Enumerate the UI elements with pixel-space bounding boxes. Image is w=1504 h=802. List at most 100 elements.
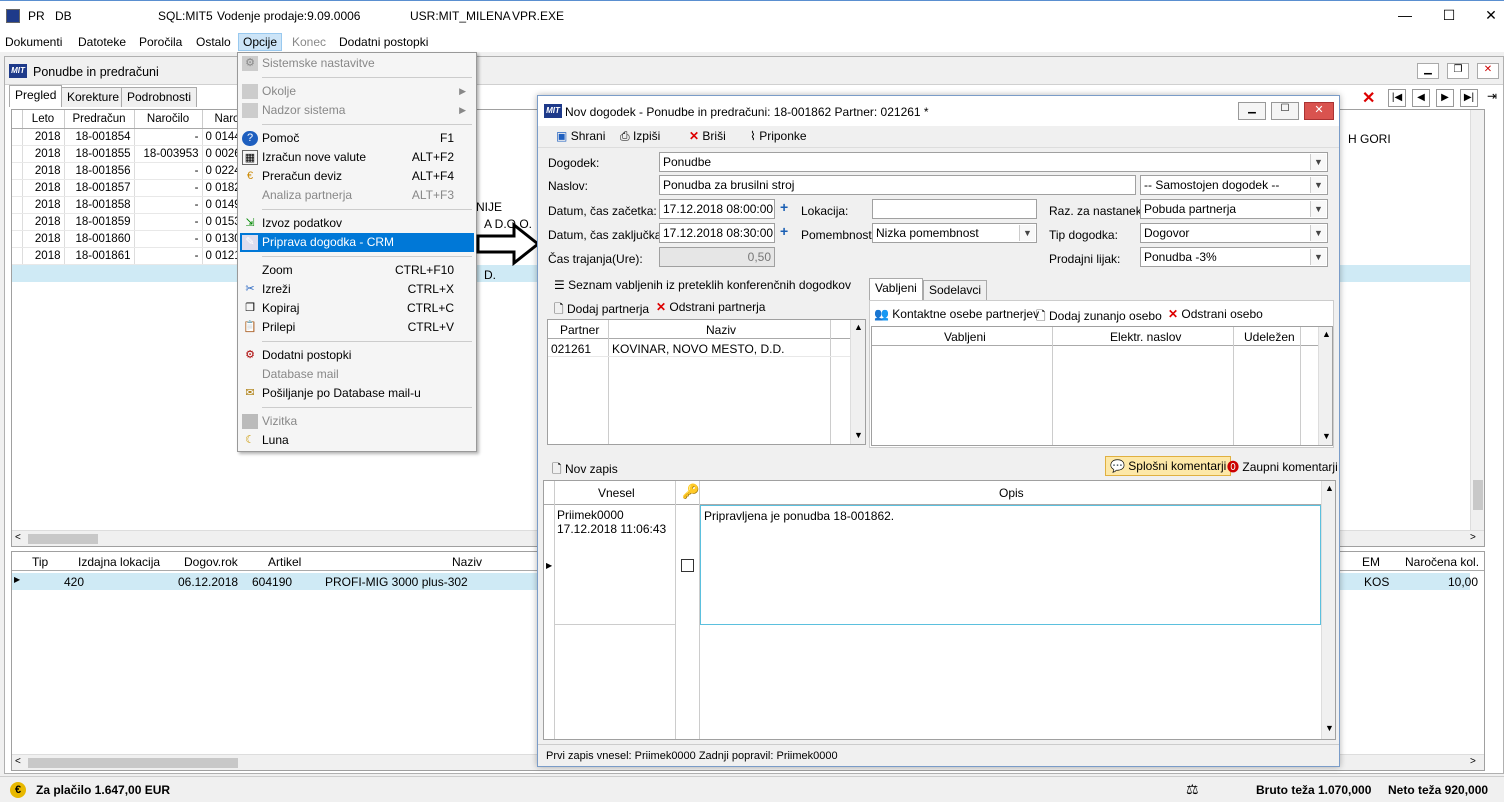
add-end-icon[interactable]: + xyxy=(780,223,788,239)
attachments-button[interactable]: ⌇ Priponke xyxy=(750,129,807,143)
zacetek-input[interactable]: 17.12.2018 08:00:00 xyxy=(659,199,775,219)
minimize-button[interactable]: — xyxy=(1390,7,1420,23)
menu-item-kopiraj[interactable]: ❐ Kopiraj CTRL+C xyxy=(240,299,474,318)
mdi-close-icon[interactable]: ✕ xyxy=(1477,63,1499,79)
confidential-checkbox[interactable] xyxy=(681,559,694,572)
scroll-up-icon[interactable]: ▲ xyxy=(1325,483,1334,493)
col-narocilo[interactable]: Naročilo xyxy=(134,110,203,129)
menu-item-okolje[interactable]: Okolje ▶ xyxy=(240,82,474,101)
menu-ostalo[interactable]: Ostalo xyxy=(192,34,235,50)
menu-item-posiljanje-database-mail[interactable]: ✉ Pošiljanje po Database mail-u xyxy=(240,384,474,403)
menu-dokumenti[interactable]: Dokumenti xyxy=(1,34,66,50)
tab-vabljeni[interactable]: Vabljeni xyxy=(869,278,923,300)
chevron-down-icon[interactable]: ▼ xyxy=(1310,177,1326,193)
scroll-thumb[interactable] xyxy=(28,758,238,768)
prev-record-icon[interactable]: ◀ xyxy=(1412,89,1430,107)
scroll-right-icon[interactable]: > xyxy=(1470,756,1476,767)
col-opis[interactable]: Opis xyxy=(999,486,1024,500)
table-row[interactable]: 2018 18-001858-0 01497 xyxy=(12,196,253,214)
dialog-minimize-icon[interactable]: ▁ xyxy=(1238,102,1266,120)
dodaj-zunanjo-osebo-button[interactable]: 🗋 Dodaj zunanjo osebo xyxy=(1036,307,1162,328)
kontaktne-osebe-button[interactable]: 👥 Kontaktne osebe partnerjev xyxy=(874,307,1039,321)
scroll-down-icon[interactable]: ▼ xyxy=(1322,431,1331,441)
mdi-restore-icon[interactable]: ❐ xyxy=(1447,63,1469,79)
scroll-down-icon[interactable]: ▼ xyxy=(1325,723,1334,733)
odstrani-osebo-button[interactable]: ✕ Odstrani osebo xyxy=(1168,307,1263,321)
table-row[interactable]: 2018 18-001861-0 01215 xyxy=(12,247,253,265)
chevron-down-icon[interactable]: ▼ xyxy=(1310,154,1326,170)
col-elektr-naslov[interactable]: Elektr. naslov xyxy=(1110,330,1181,344)
menu-item-analiza-partnerja[interactable]: Analiza partnerja ALT+F3 xyxy=(240,186,474,205)
menu-item-dodatni-postopki[interactable]: ⚙ Dodatni postopki xyxy=(240,346,474,365)
tab-korekture[interactable]: Korekture xyxy=(61,87,126,107)
dialog-maximize-icon[interactable]: ☐ xyxy=(1271,102,1299,120)
raz-nastanek-combo[interactable]: Pobuda partnerja ▼ xyxy=(1140,199,1328,219)
col-partner-naziv[interactable]: Naziv xyxy=(706,323,736,337)
first-record-icon[interactable]: |◀ xyxy=(1388,89,1406,107)
menu-item-nadzor-sistema[interactable]: Nadzor sistema ▶ xyxy=(240,101,474,120)
menu-konec[interactable]: Konec xyxy=(288,34,330,50)
tip-dogodka-combo[interactable]: Dogovor ▼ xyxy=(1140,223,1328,243)
partner-scrollbar[interactable]: ▲ ▼ xyxy=(850,320,865,444)
dialog-close-icon[interactable]: ✕ xyxy=(1304,102,1334,120)
menu-item-zoom[interactable]: Zoom CTRL+F10 xyxy=(240,261,474,280)
table-row[interactable]: 2018 18-001856-0 02242 xyxy=(12,162,253,180)
prodajni-lijak-combo[interactable]: Ponudba -3% ▼ xyxy=(1140,247,1328,267)
menu-item-izvoz-podatkov[interactable]: ⇲ Izvoz podatkov xyxy=(240,214,474,233)
col-leto[interactable]: Leto xyxy=(22,110,65,129)
tab-sodelavci[interactable]: Sodelavci xyxy=(923,280,988,300)
next-record-icon[interactable]: ▶ xyxy=(1436,89,1454,107)
col-naziv[interactable]: Naziv xyxy=(452,555,482,569)
print-button[interactable]: ⎙ Izpiši xyxy=(620,129,660,144)
save-button[interactable]: ▣ Shrani xyxy=(556,129,605,143)
nov-zapis-button[interactable]: 🗋 Nov zapis xyxy=(552,460,618,481)
scroll-left-icon[interactable]: < xyxy=(15,756,21,767)
notes-scrollbar[interactable]: ▲ ▼ xyxy=(1321,481,1335,739)
col-vnesel[interactable]: Vnesel xyxy=(598,486,635,500)
menu-item-izrezi[interactable]: ✂ Izreži CTRL+X xyxy=(240,280,474,299)
table-row[interactable]: 2018 18-001860-0 01302 xyxy=(12,230,253,248)
menu-opcije[interactable]: Opcije xyxy=(238,33,283,51)
add-start-icon[interactable]: + xyxy=(780,199,788,215)
menu-item-preracun-deviz[interactable]: € Preračun deviz ALT+F4 xyxy=(240,167,474,186)
chevron-down-icon[interactable]: ▼ xyxy=(1310,225,1326,241)
last-record-icon[interactable]: ▶| xyxy=(1460,89,1478,107)
menu-item-priprava-dogodka-crm[interactable]: ✎ Priprava dogodka - CRM xyxy=(240,233,474,252)
scroll-up-icon[interactable]: ▲ xyxy=(854,322,863,332)
menu-item-luna[interactable]: ☾ Luna xyxy=(240,431,474,450)
chevron-down-icon[interactable]: ▼ xyxy=(1019,225,1035,241)
mdi-minimize-icon[interactable]: ▁ xyxy=(1417,63,1439,79)
upper-vertical-scrollbar[interactable] xyxy=(1470,110,1484,530)
close-button[interactable]: ✕ xyxy=(1476,7,1504,24)
menu-dodatni-postopki[interactable]: Dodatni postopki xyxy=(335,34,432,50)
pomembnost-combo[interactable]: Nizka pomembnost ▼ xyxy=(872,223,1037,243)
menu-item-vizitka[interactable]: Vizitka xyxy=(240,412,474,431)
table-row[interactable]: 2018 18-001859-0 01530 xyxy=(12,213,253,231)
col-izdajna-lokacija[interactable]: Izdajna lokacija xyxy=(78,555,160,569)
menu-item-database-mail[interactable]: Database mail xyxy=(240,365,474,384)
tab-pregled[interactable]: Pregled xyxy=(9,85,63,107)
col-predracun[interactable]: Predračun xyxy=(64,110,135,129)
col-dogov-rok[interactable]: Dogov.rok xyxy=(184,555,238,569)
scroll-up-icon[interactable]: ▲ xyxy=(1322,329,1331,339)
menu-porocila[interactable]: Poročila xyxy=(135,34,186,50)
scroll-thumb[interactable] xyxy=(28,534,98,544)
dogodek-combo[interactable]: Ponudbe ▼ xyxy=(659,152,1328,172)
col-vabljeni[interactable]: Vabljeni xyxy=(944,330,986,344)
zakljucek-input[interactable]: 17.12.2018 08:30:00 xyxy=(659,223,775,243)
note-text-area[interactable]: Pripravljena je ponudba 18-001862. xyxy=(700,505,1321,625)
table-row[interactable]: 2018 18-001855 18-003953 0 00260 xyxy=(12,145,253,163)
col-partner[interactable]: Partner xyxy=(560,323,599,337)
delete-button[interactable]: ✕ Briši xyxy=(689,129,726,143)
seznam-vabljenih-button[interactable]: ☰ Seznam vabljenih iz preteklih konferen… xyxy=(554,278,851,292)
dodaj-partnerja-button[interactable]: 🗋 Dodaj partnerja xyxy=(554,300,649,321)
menu-datoteke[interactable]: Datoteke xyxy=(74,34,130,50)
maximize-button[interactable]: ☐ xyxy=(1434,7,1464,24)
scroll-down-icon[interactable]: ▼ xyxy=(854,430,863,440)
menu-item-izracun-nove-valute[interactable]: ▦ Izračun nove valute ALT+F2 xyxy=(240,148,474,167)
cancel-icon[interactable]: ✕ xyxy=(1362,88,1375,108)
tab-podrobnosti[interactable]: Podrobnosti xyxy=(121,87,198,107)
naslov-input[interactable]: Ponudba za brusilni stroj xyxy=(659,175,1136,195)
exit-icon[interactable]: ⇥ xyxy=(1484,89,1500,107)
menu-item-prilepi[interactable]: 📋 Prilepi CTRL+V xyxy=(240,318,474,337)
